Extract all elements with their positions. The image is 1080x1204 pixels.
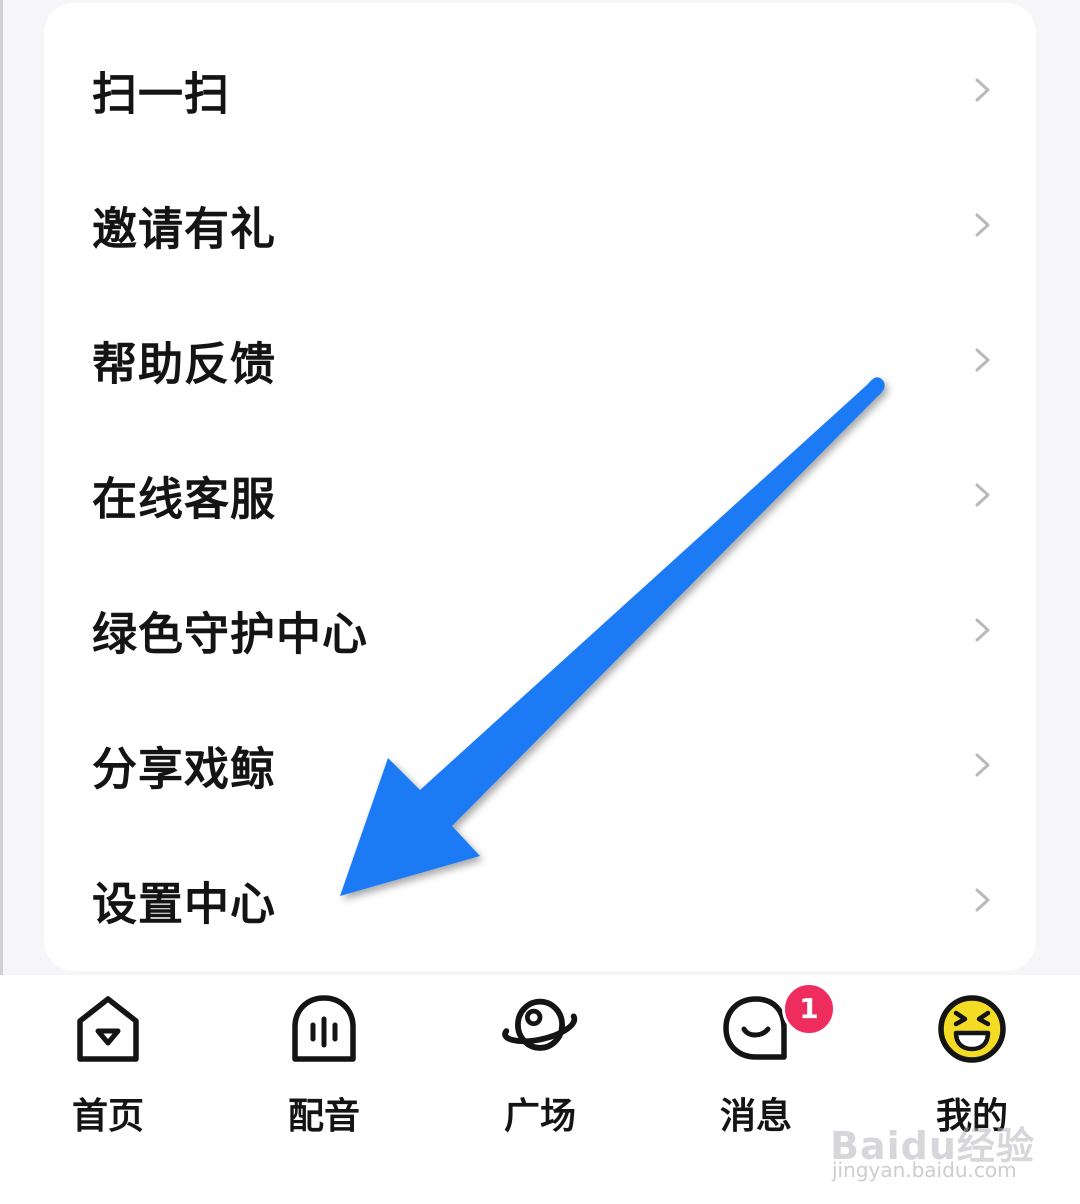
menu-item-share[interactable]: 分享戏鲸 [44, 697, 1036, 832]
menu-item-help-feedback[interactable]: 帮助反馈 [44, 292, 1036, 427]
tab-label: 配音 [287, 1096, 360, 1137]
chevron-right-icon [975, 753, 990, 776]
tab-dubbing[interactable]: 配音 [249, 975, 399, 1155]
chevron-right-icon [975, 348, 990, 371]
chevron-right-icon [975, 483, 990, 506]
dubbing-ghost-icon [292, 995, 356, 1062]
menu-item-invite[interactable]: 邀请有礼 [44, 157, 1036, 292]
chevron-right-icon [975, 78, 990, 101]
menu-item-label: 扫一扫 [92, 67, 231, 120]
menu-item-label: 绿色守护中心 [92, 607, 369, 660]
menu-item-green-guard[interactable]: 绿色守护中心 [44, 562, 1036, 697]
menu-item-label: 在线客服 [92, 472, 277, 525]
chevron-right-icon [975, 213, 990, 236]
tab-label: 消息 [719, 1096, 792, 1137]
message-count-badge: 1 [782, 982, 836, 1036]
chevron-right-icon [975, 618, 990, 641]
planet-plaza-icon [502, 998, 578, 1051]
tab-home[interactable]: 首页 [33, 975, 183, 1155]
tab-plaza[interactable]: 广场 [465, 975, 615, 1155]
home-icon [77, 996, 139, 1062]
menu-item-online-service[interactable]: 在线客服 [44, 427, 1036, 562]
menu-item-label: 帮助反馈 [92, 337, 277, 390]
chevron-right-icon [975, 888, 990, 911]
tab-label: 首页 [71, 1096, 144, 1137]
watermark-url: jingyan.baidu.com [832, 1158, 1017, 1182]
laughing-face-icon [938, 995, 1006, 1063]
menu-item-settings[interactable]: 设置中心 [44, 832, 1036, 967]
menu-item-label: 设置中心 [92, 877, 277, 930]
menu-item-scan[interactable]: 扫一扫 [44, 22, 1036, 157]
menu-item-label: 邀请有礼 [92, 202, 277, 255]
menu-item-label: 分享戏鲸 [92, 742, 277, 795]
tab-label: 广场 [503, 1096, 576, 1137]
